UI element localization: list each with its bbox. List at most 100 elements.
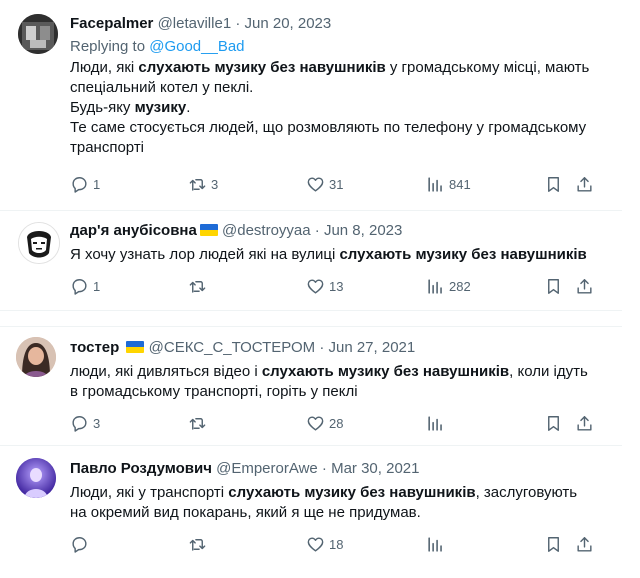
reply-button[interactable]: 1 [70,172,100,196]
reply-button[interactable]: 1 [70,274,100,298]
like-button[interactable]: 31 [306,172,343,196]
views-icon [428,176,442,192]
tweet-text-line: спеціальний котел у пеклі. [70,79,254,96]
tweet-text: Люди, які слухають музику без навушників… [70,58,614,158]
repost-button[interactable] [188,274,211,298]
reply-button[interactable]: 3 [70,411,100,435]
tweet-date[interactable]: Mar 30, 2021 [331,460,419,477]
separator-dot: · [235,15,241,32]
share-icon [577,536,592,552]
author-name[interactable]: дар'я анубісовна [70,222,197,239]
avatar-image [16,458,56,498]
avatar[interactable] [16,337,56,377]
author-handle[interactable]: @СЕКС_С_ТОСТЕРОМ [149,339,315,356]
separator-dot: · [321,460,327,477]
reply-icon [72,176,87,193]
repost-button[interactable] [188,411,211,435]
tweet-text-line: Будь-яку музику. [70,99,191,116]
repost-icon [189,280,206,293]
views-button[interactable]: 282 [426,274,471,298]
tweet-text-line: в громадському транспорті, горіть у пекл… [70,383,358,400]
author-handle[interactable]: @letaville1 [158,15,232,32]
views-icon [428,278,442,294]
avatar[interactable] [18,222,60,264]
bookmark-icon [548,536,559,552]
share-button[interactable] [575,411,598,435]
tweet[interactable]: Facepalmer @letaville1 · Jun 20, 2023 Re… [0,0,622,211]
reply-button[interactable] [70,532,93,556]
views-button[interactable] [426,532,449,556]
bookmark-button[interactable] [544,411,567,435]
tweet-text-line: на окремий вид покарань, який я ще не пр… [70,504,421,521]
author-name[interactable]: тостер [70,339,119,356]
bookmark-button[interactable] [544,532,567,556]
reply-icon [72,278,87,295]
tweet-text-line: Люди, які у транспорті слухають музику б… [70,484,578,501]
tweet-text: Люди, які у транспорті слухають музику б… [70,483,614,523]
ukraine-flag-icon [199,224,218,236]
tweet-text: люди, які дивляться відео і слухають муз… [70,362,614,402]
bookmark-icon [548,278,559,294]
author-name[interactable]: Павло Роздумович [70,460,212,477]
tweet-text-line: люди, які дивляться відео і слухають муз… [70,363,588,380]
separator-dot: · [314,222,320,239]
views-count: 282 [449,278,471,294]
tweet-actions: 3 28 [70,411,610,435]
ukraine-flag-icon [126,341,145,353]
repost-icon [189,178,206,191]
views-button[interactable] [426,411,449,435]
separator-dot: · [319,339,325,356]
tweet-date[interactable]: Jun 27, 2021 [328,339,415,356]
share-icon [577,176,592,192]
views-count: 841 [449,176,471,192]
tweet-actions: 1 3 31 841 [70,172,610,196]
bookmark-button[interactable] [544,172,567,196]
like-icon [307,415,324,431]
share-button[interactable] [575,274,598,298]
reply-icon [72,415,87,432]
replying-to: Replying to @Good__Bad [70,37,614,57]
like-count: 13 [329,278,344,294]
tweet-date[interactable]: Jun 8, 2023 [324,222,402,239]
reply-count: 3 [93,415,101,431]
like-icon [307,278,324,294]
views-icon [428,536,442,552]
like-count: 31 [329,176,344,192]
tweet-date[interactable]: Jun 20, 2023 [245,15,332,32]
tweet[interactable]: дар'я анубісовна @destroyyaa · Jun 8, 20… [0,210,622,311]
timeline: Facepalmer @letaville1 · Jun 20, 2023 Re… [0,0,640,578]
author-name[interactable]: Facepalmer [70,15,153,32]
repost-button[interactable] [188,532,211,556]
like-button[interactable]: 13 [306,274,343,298]
author-handle[interactable]: @destroyyaa [222,222,311,239]
repost-button[interactable]: 3 [188,172,218,196]
like-icon [307,176,324,192]
views-button[interactable]: 841 [426,172,471,196]
avatar-image [19,223,59,263]
author-handle[interactable]: @EmperorAwe [216,460,318,477]
like-button[interactable]: 18 [306,532,343,556]
like-count: 18 [329,536,344,552]
avatar[interactable] [18,14,58,54]
views-icon [428,415,442,431]
tweet-actions: 18 [70,532,610,556]
bookmark-button[interactable] [544,274,567,298]
tweet-actions: 1 13 282 [70,274,610,298]
share-icon [577,415,592,431]
bookmark-icon [548,176,559,192]
tweet[interactable]: Павло Роздумович @EmperorAwe · Mar 30, 2… [0,445,622,577]
repost-icon [189,417,206,430]
share-button[interactable] [575,532,598,556]
tweet[interactable]: тостер @СЕКС_С_ТОСТЕРОМ · Jun 27, 2021 л… [0,326,622,446]
like-button[interactable]: 28 [306,411,343,435]
replying-to-label: Replying to [70,38,150,55]
bookmark-icon [548,415,559,431]
replying-to-handle[interactable]: @Good__Bad [149,38,244,55]
share-button[interactable] [575,172,598,196]
tweet-text: Я хочу узнать лор людей які на вулиці сл… [70,245,614,265]
avatar[interactable] [16,458,56,498]
like-icon [307,536,324,552]
avatar-image [18,14,58,54]
tweet-text-line: Те саме стосується людей, що розмовляють… [70,119,587,136]
tweet-text-line: транспорті [70,139,145,156]
